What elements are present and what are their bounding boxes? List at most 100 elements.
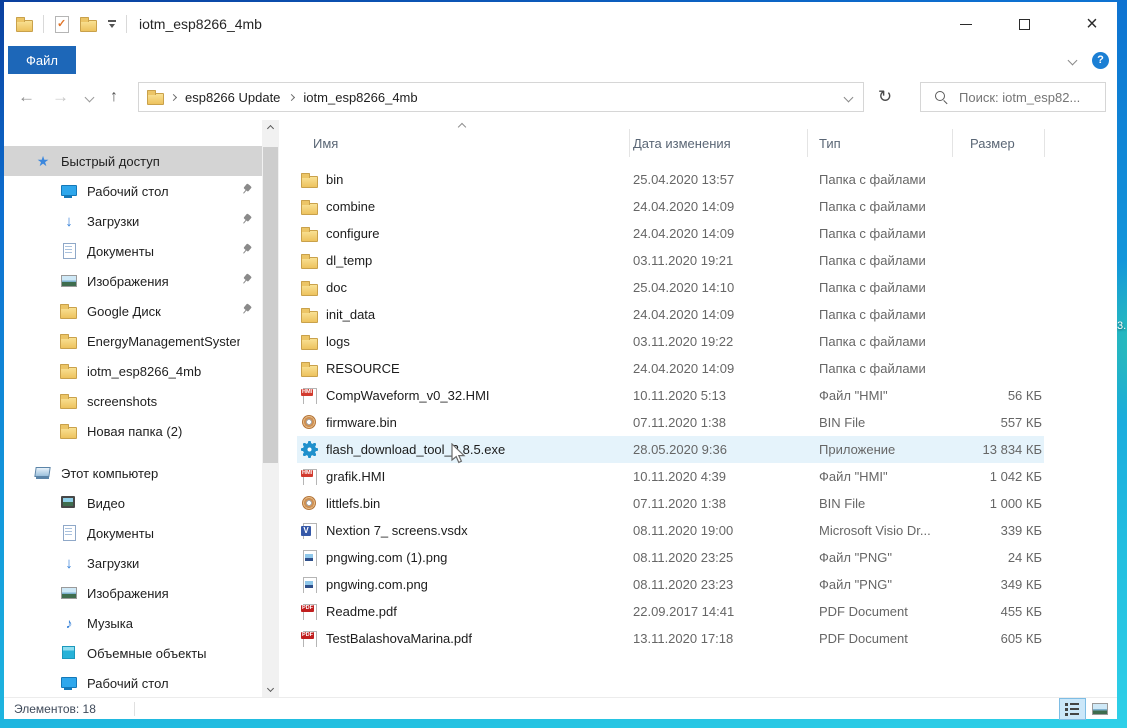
pin-icon[interactable] xyxy=(240,183,252,199)
pin-icon[interactable] xyxy=(240,273,252,289)
file-row[interactable]: pngwing.com.png 08.11.2020 23:23 Файл "P… xyxy=(279,571,1117,598)
sidebar-item[interactable]: Объемные объекты xyxy=(4,638,262,668)
file-row[interactable]: doc 25.04.2020 14:10 Папка с файлами xyxy=(279,274,1117,301)
desktop-icon xyxy=(60,182,78,200)
pin-icon[interactable] xyxy=(240,213,252,229)
refresh-button[interactable]: ↻ xyxy=(868,82,902,112)
sidebar-item[interactable]: Изображения xyxy=(4,578,262,608)
file-row[interactable]: CompWaveform_v0_32.HMI 10.11.2020 5:13 Ф… xyxy=(279,382,1117,409)
file-type: Файл "PNG" xyxy=(807,577,952,592)
file-row[interactable]: RESOURCE 24.04.2020 14:09 Папка с файлам… xyxy=(279,355,1117,382)
file-row[interactable]: TestBalashovaMarina.pdf 13.11.2020 17:18… xyxy=(279,625,1117,652)
sidebar-item[interactable]: Музыка xyxy=(4,608,262,638)
pc-icon xyxy=(34,464,52,482)
scroll-up-button[interactable] xyxy=(262,120,279,137)
file-row[interactable]: littlefs.bin 07.11.2020 1:38 BIN File 1 … xyxy=(279,490,1117,517)
ribbon-collapse-icon[interactable] xyxy=(1068,55,1078,65)
file-type: PDF Document xyxy=(807,604,952,619)
file-row[interactable]: bin 25.04.2020 13:57 Папка с файлами xyxy=(279,166,1117,193)
close-button[interactable]: × xyxy=(1079,2,1105,46)
breadcrumb-segment[interactable]: esp8266 Update xyxy=(176,90,289,105)
file-row[interactable]: init_data 24.04.2020 14:09 Папка с файла… xyxy=(279,301,1117,328)
sidebar-item-label: Изображения xyxy=(87,586,169,601)
sidebar-item[interactable]: Быстрый доступ xyxy=(4,146,262,176)
back-button[interactable]: ← xyxy=(18,87,35,107)
ribbon-tab[interactable] xyxy=(128,46,170,74)
file-row[interactable]: dl_temp 03.11.2020 19:21 Папка с файлами xyxy=(279,247,1117,274)
help-icon[interactable]: ? xyxy=(1092,52,1109,69)
details-view-button[interactable] xyxy=(1059,698,1086,720)
thumbnails-view-button[interactable] xyxy=(1086,698,1113,720)
desktop-icon xyxy=(60,674,78,692)
sidebar-item[interactable]: Изображения xyxy=(4,266,262,296)
column-header-extra[interactable] xyxy=(1044,128,1094,158)
file-type: Папка с файлами xyxy=(807,199,952,214)
search-input[interactable]: Поиск: iotm_esp82... xyxy=(959,90,1080,105)
recent-locations-icon[interactable] xyxy=(85,92,95,102)
disc-icon xyxy=(301,495,318,512)
folder-icon xyxy=(301,333,318,350)
file-row[interactable]: firmware.bin 07.11.2020 1:38 BIN File 55… xyxy=(279,409,1117,436)
file-row[interactable]: flash_download_tool_3.8.5.exe 28.05.2020… xyxy=(279,436,1117,463)
navigation-toolbar: ← → ↑ esp8266 Update iotm_esp8266_4mb ↻ … xyxy=(4,74,1117,120)
tab-file[interactable]: Файл xyxy=(8,46,76,74)
sidebar-item[interactable]: Документы xyxy=(4,518,262,548)
search-box[interactable]: Поиск: iotm_esp82... xyxy=(920,82,1106,112)
main-content: Быстрый доступ Рабочий стол Загрузки Док… xyxy=(4,120,1117,697)
up-button[interactable]: ↑ xyxy=(110,88,118,106)
file-row[interactable]: Readme.pdf 22.09.2017 14:41 PDF Document… xyxy=(279,598,1117,625)
folder-icon xyxy=(301,225,318,242)
file-row[interactable]: logs 03.11.2020 19:22 Папка с файлами xyxy=(279,328,1117,355)
column-header-name[interactable]: Имя xyxy=(301,128,629,158)
column-header-date[interactable]: Дата изменения xyxy=(629,128,807,158)
sidebar-item[interactable]: Документы xyxy=(4,236,262,266)
file-type: PDF Document xyxy=(807,631,952,646)
png-icon xyxy=(301,576,318,593)
sidebar-item[interactable]: Этот компьютер xyxy=(4,458,262,488)
file-row[interactable]: configure 24.04.2020 14:09 Папка с файла… xyxy=(279,220,1117,247)
pin-icon[interactable] xyxy=(240,303,252,319)
sidebar-scrollbar[interactable] xyxy=(262,120,279,697)
address-bar[interactable]: esp8266 Update iotm_esp8266_4mb xyxy=(138,82,864,112)
sidebar-item-label: screenshots xyxy=(87,394,157,409)
file-name: Nextion 7_ screens.vsdx xyxy=(326,523,468,538)
document-icon xyxy=(60,242,78,260)
file-name: logs xyxy=(326,334,350,349)
file-row[interactable]: grafik.HMI 10.11.2020 4:39 Файл "HMI" 1 … xyxy=(279,463,1117,490)
column-header-type[interactable]: Тип xyxy=(807,128,952,158)
minimize-button[interactable] xyxy=(953,2,979,46)
ribbon-tab[interactable] xyxy=(175,46,217,74)
sidebar-item[interactable]: Рабочий стол xyxy=(4,176,262,206)
file-row[interactable]: Nextion 7_ screens.vsdx 08.11.2020 19:00… xyxy=(279,517,1117,544)
column-header-size[interactable]: Размер xyxy=(952,128,1044,158)
maximize-button[interactable] xyxy=(1011,2,1037,46)
address-dropdown-button[interactable] xyxy=(833,83,863,111)
breadcrumb-segment[interactable]: iotm_esp8266_4mb xyxy=(294,90,426,105)
file-date: 24.04.2020 14:09 xyxy=(629,361,807,376)
scrollbar-thumb[interactable] xyxy=(263,147,278,463)
sidebar-item[interactable]: screenshots xyxy=(4,386,262,416)
downloads-icon xyxy=(60,554,78,572)
sidebar-item[interactable]: EnergyManagementSystemN xyxy=(4,326,262,356)
sidebar-item[interactable]: Видео xyxy=(4,488,262,518)
qat-dropdown-icon[interactable] xyxy=(107,19,117,29)
sidebar-item[interactable]: iotm_esp8266_4mb xyxy=(4,356,262,386)
folder-icon[interactable] xyxy=(80,15,98,33)
sidebar-item[interactable]: Рабочий стол xyxy=(4,668,262,697)
hmi-icon xyxy=(301,387,318,404)
properties-check-icon[interactable] xyxy=(53,15,71,33)
details-view-icon xyxy=(1065,703,1080,716)
sidebar-item[interactable]: Загрузки xyxy=(4,206,262,236)
folder-icon xyxy=(301,171,318,188)
file-date: 25.04.2020 14:10 xyxy=(629,280,807,295)
file-row[interactable]: combine 24.04.2020 14:09 Папка с файлами xyxy=(279,193,1117,220)
explorer-window: iotm_esp8266_4mb × Файл ? ← → ↑ xyxy=(4,2,1117,719)
forward-button[interactable]: → xyxy=(52,87,69,107)
sidebar-item[interactable]: Загрузки xyxy=(4,548,262,578)
ribbon-tab[interactable] xyxy=(81,46,123,74)
sidebar-item[interactable]: Новая папка (2) xyxy=(4,416,262,446)
scroll-down-button[interactable] xyxy=(262,680,279,697)
file-row[interactable]: pngwing.com (1).png 08.11.2020 23:25 Фай… xyxy=(279,544,1117,571)
sidebar-item[interactable]: Google Диск xyxy=(4,296,262,326)
pin-icon[interactable] xyxy=(240,243,252,259)
